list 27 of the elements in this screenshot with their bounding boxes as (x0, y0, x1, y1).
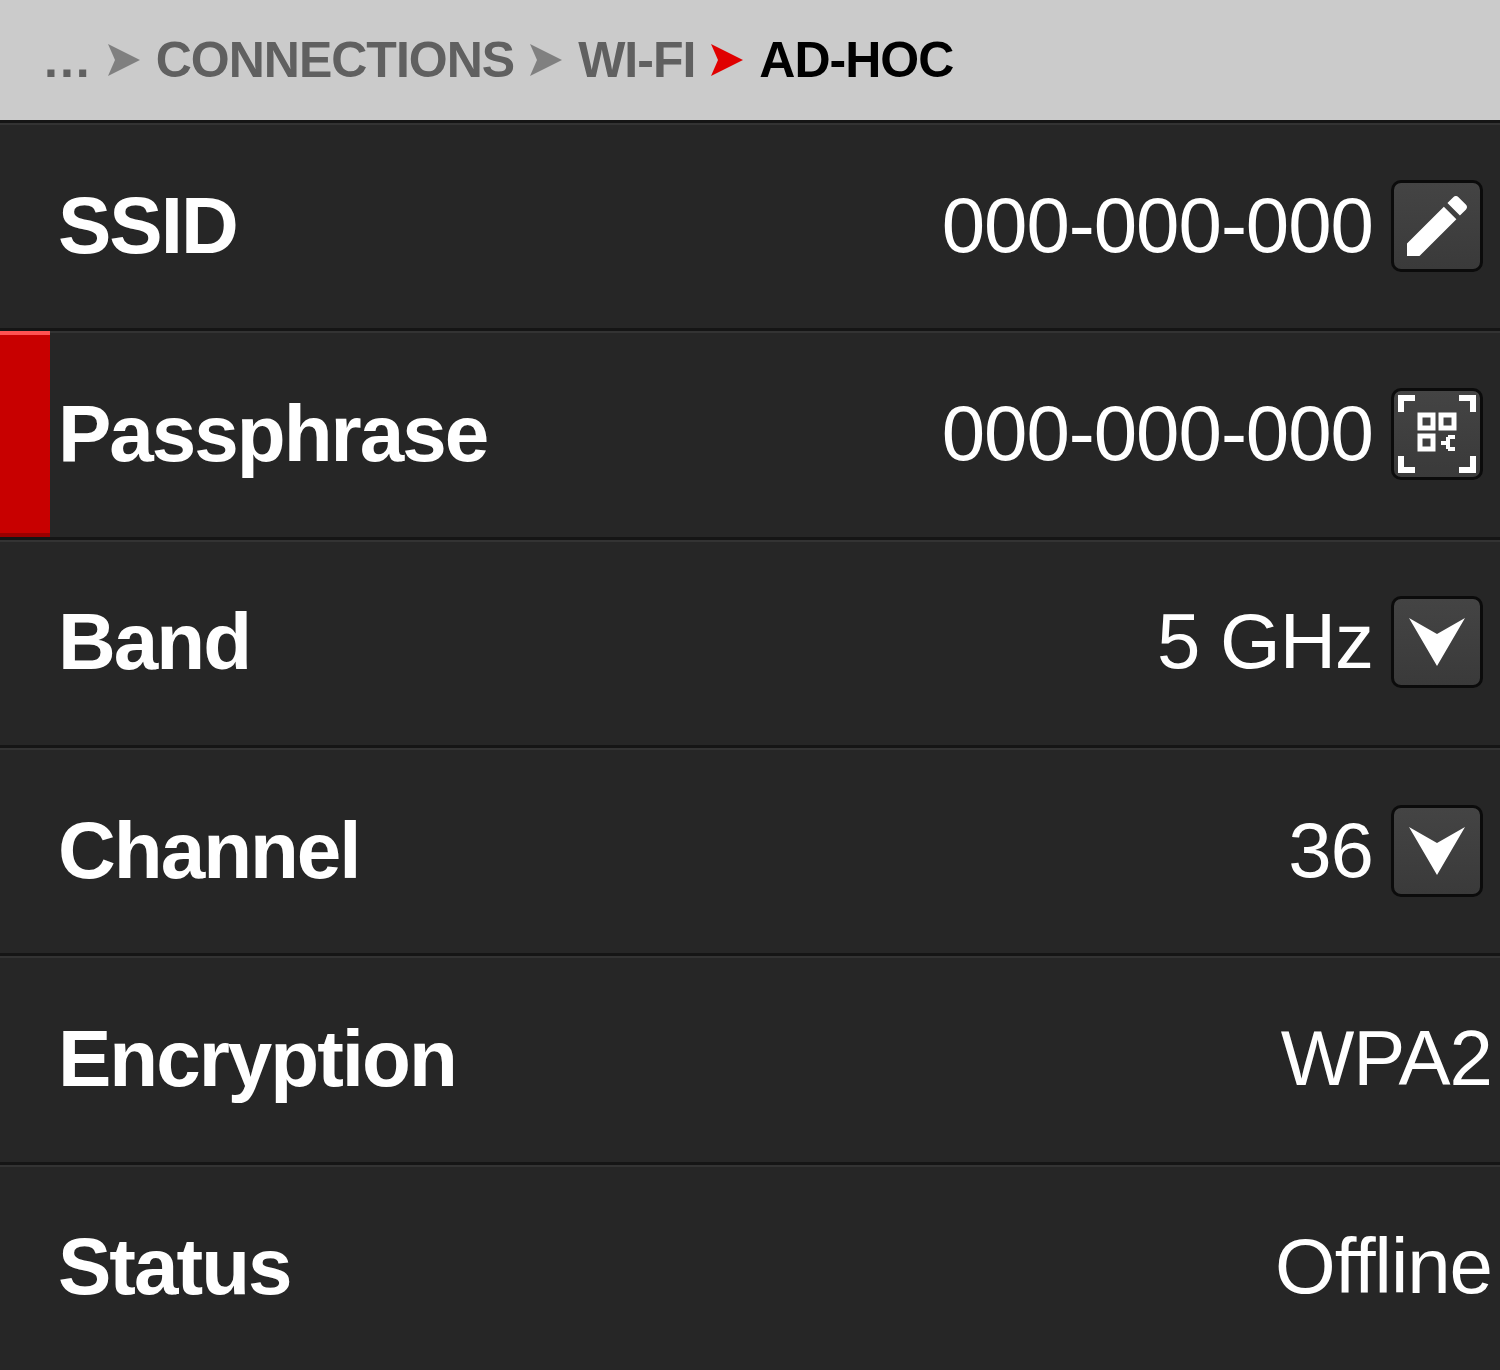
setting-value: 36 (1288, 807, 1373, 894)
arrowhead-icon (530, 44, 563, 76)
pencil-icon (1407, 195, 1467, 256)
arrow-down-icon (1409, 618, 1465, 667)
breadcrumb-link[interactable]: WI-FI (578, 35, 696, 85)
dropdown-button[interactable] (1391, 596, 1483, 689)
setting-label: Status (58, 1223, 291, 1312)
setting-label: Band (58, 598, 250, 687)
setting-value: 000-000-000 (941, 391, 1373, 477)
setting-value: Offline (1274, 1224, 1492, 1311)
qr-scan-icon (1398, 395, 1476, 473)
setting-value: 5 GHz (1156, 599, 1373, 686)
arrowhead-icon (107, 44, 140, 76)
setting-label: Encryption (58, 1014, 456, 1103)
setting-label: Passphrase (58, 390, 488, 478)
breadcrumb-current-page: AD-HOC (759, 35, 954, 85)
qr-scan-button[interactable] (1391, 388, 1483, 480)
dropdown-button[interactable] (1391, 804, 1483, 897)
setting-value: 000-000-000 (941, 182, 1373, 269)
breadcrumb-link[interactable]: ... (44, 35, 92, 85)
breadcrumb-link[interactable]: CONNECTIONS (155, 35, 515, 85)
settings-row[interactable]: Passphrase 000-000-000 (0, 328, 1500, 537)
setting-label: Channel (58, 806, 360, 895)
setting-label: SSID (58, 181, 237, 270)
arrow-down-icon (1409, 826, 1465, 875)
edit-button[interactable] (1391, 179, 1483, 272)
setting-value: WPA2 (1280, 1016, 1492, 1102)
